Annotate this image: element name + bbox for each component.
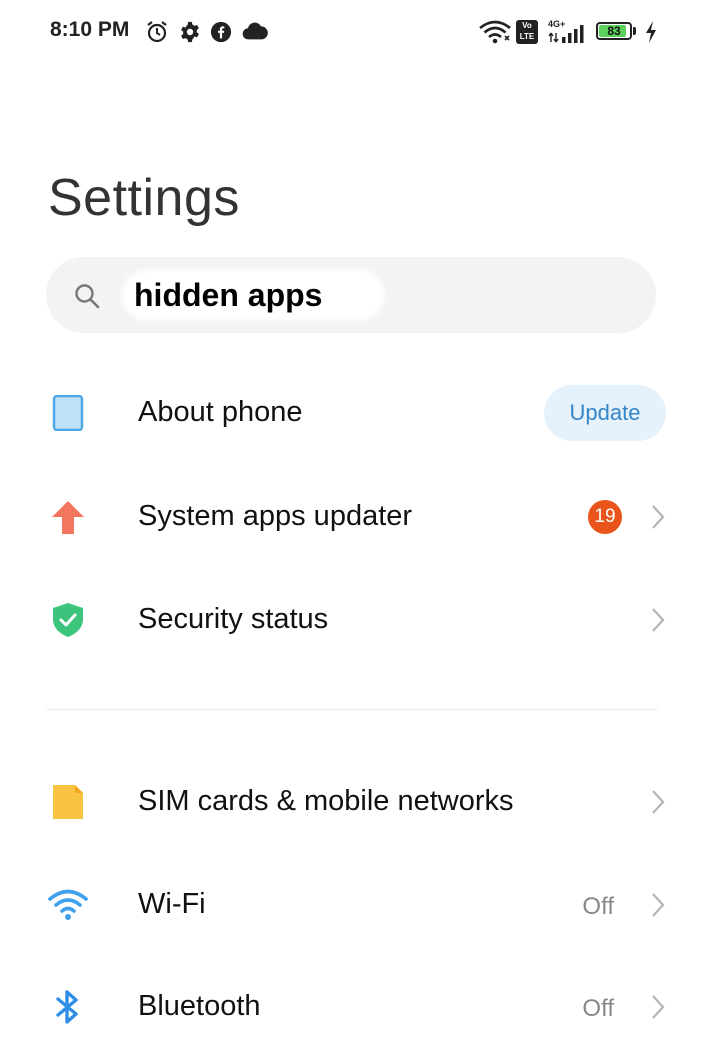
search-icon: [75, 284, 100, 309]
settings-item-label: Bluetooth: [138, 990, 261, 1022]
chevron-right-icon: [652, 995, 665, 1019]
gear-icon: [181, 21, 199, 43]
chevron-right-icon: [652, 608, 665, 632]
signal-icon: [548, 25, 584, 43]
bluetooth-icon: [56, 990, 78, 1024]
settings-item-label: Security status: [138, 603, 329, 635]
cloud-icon: [242, 22, 268, 40]
chevron-right-icon: [652, 790, 665, 814]
settings-item-security-status[interactable]: Security status: [0, 570, 702, 670]
charging-icon: [646, 21, 656, 43]
settings-item-label: System apps updater: [138, 500, 413, 532]
chevron-right-icon: [652, 893, 665, 917]
volte-icon: Vo LTE: [516, 20, 538, 44]
wifi-status-value: Off: [582, 893, 614, 920]
sim-card-icon: [53, 785, 83, 819]
battery-icon: 83: [596, 22, 632, 40]
page-title: Settings: [48, 169, 240, 227]
settings-item-bluetooth[interactable]: Bluetooth Off: [0, 957, 702, 1057]
bluetooth-status-value: Off: [582, 995, 614, 1022]
alarm-icon: [147, 21, 167, 43]
section-divider: [46, 709, 658, 710]
wifi-status-icon: [479, 20, 511, 44]
settings-item-wifi[interactable]: Wi-Fi Off: [0, 855, 702, 955]
arrow-up-icon: [52, 501, 84, 534]
phone-icon: [52, 395, 84, 431]
settings-item-label: SIM cards & mobile networks: [138, 785, 514, 817]
battery-level: 83: [607, 24, 621, 38]
shield-check-icon: [53, 603, 83, 637]
status-time: 8:10 PM: [50, 18, 130, 41]
settings-item-label: About phone: [138, 396, 303, 428]
settings-item-label: Wi-Fi: [138, 888, 206, 920]
update-button[interactable]: Update: [544, 385, 666, 441]
settings-item-sim-cards[interactable]: SIM cards & mobile networks: [0, 752, 702, 852]
facebook-icon: [210, 21, 232, 43]
chevron-right-icon: [652, 505, 665, 529]
search-input[interactable]: [134, 272, 614, 318]
update-count-badge: 19: [588, 500, 622, 534]
battery-tip: [633, 27, 636, 35]
wifi-icon: [48, 889, 88, 920]
search-bar[interactable]: [46, 257, 656, 333]
status-bar: 8:10 PM Vo LTE 4G+ 83: [0, 0, 702, 64]
